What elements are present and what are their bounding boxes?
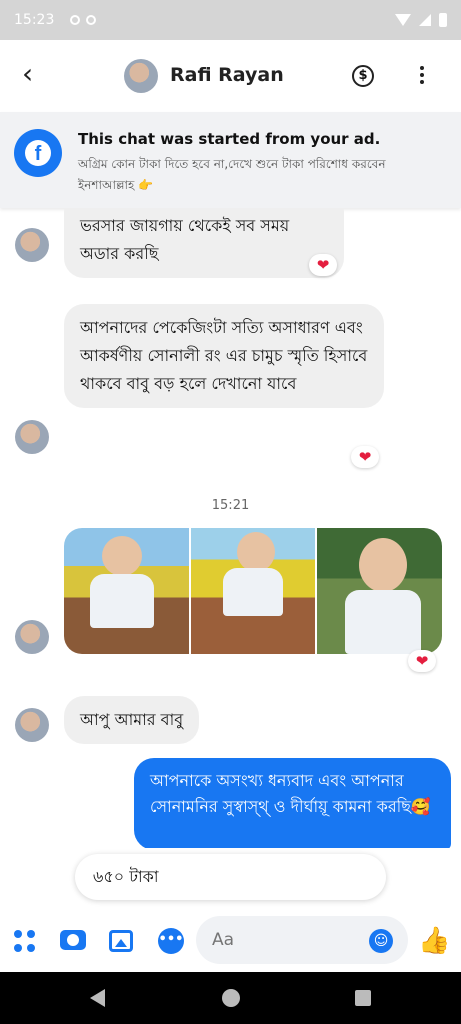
contact-avatar[interactable] <box>124 59 158 93</box>
message-timestamp: 15:21 <box>211 498 250 513</box>
photo-thumbnail[interactable] <box>317 528 442 654</box>
photo-thumbnail[interactable] <box>190 528 316 654</box>
gallery-icon[interactable] <box>109 930 133 952</box>
avatar <box>15 228 49 262</box>
message-bubble-in[interactable]: ভরসার জায়গায় থেকেই সব সময় অডার করছি <box>64 208 344 278</box>
avatar <box>15 708 49 742</box>
avatar <box>15 620 49 654</box>
message-composer: ••• ☺ 👍 <box>0 910 461 972</box>
battery-icon <box>439 13 447 27</box>
quick-reply-chip[interactable]: ৬৫০ টাকা <box>75 854 386 900</box>
photo-thumbnail[interactable] <box>64 528 189 654</box>
facebook-icon: f <box>14 129 62 177</box>
status-bar: 15:23 <box>0 0 461 40</box>
wifi-icon <box>395 14 411 26</box>
android-nav-bar <box>0 972 461 1024</box>
dollar-icon[interactable]: $ <box>352 65 374 87</box>
message-bubble-in[interactable]: আপু আমার বাবু <box>64 696 200 744</box>
chat-header: ‹ Rafi Rayan $ <box>0 40 461 112</box>
ad-banner: f This chat was started from your ad. অগ… <box>0 112 461 208</box>
heart-reaction-icon[interactable]: ❤ <box>309 254 337 276</box>
camera-icon[interactable] <box>60 930 86 950</box>
notification-icon <box>70 15 81 25</box>
message-bubble-out[interactable]: আপনাকে অসংখ্য ধন্যবাদ এবং আপনার সোনামনির… <box>134 758 451 848</box>
more-vertical-icon[interactable] <box>420 66 424 84</box>
heart-reaction-icon[interactable]: ❤ <box>408 650 436 672</box>
status-time: 15:23 <box>14 12 55 28</box>
message-bubble-in[interactable]: আপনাদের পেকেজিংটা সত্যি অসাধারণ এবং আকর্… <box>64 304 384 408</box>
menu-grid-icon[interactable] <box>14 930 36 952</box>
nav-back-icon[interactable] <box>90 989 105 1007</box>
contact-name[interactable]: Rafi Rayan <box>170 64 284 86</box>
ad-banner-subtitle: অগ্রিম কোন টাকা দিতে হবে না,দেখে শুনে টা… <box>78 157 386 192</box>
nav-home-icon[interactable] <box>222 989 240 1007</box>
sync-icon <box>86 15 97 25</box>
chevron-left-icon[interactable]: ‹ <box>22 60 33 88</box>
thumbs-up-icon[interactable]: 👍 <box>418 926 450 956</box>
nav-recents-icon[interactable] <box>355 990 371 1006</box>
ad-banner-title: This chat was started from your ad. <box>78 130 381 148</box>
message-list[interactable]: ভরসার জায়গায় থেকেই সব সময় অডার করছি ❤… <box>0 208 461 848</box>
voice-icon[interactable]: ••• <box>158 928 184 954</box>
signal-icon <box>419 14 431 26</box>
photo-attachment[interactable] <box>64 528 442 654</box>
heart-reaction-icon[interactable]: ❤ <box>351 446 379 468</box>
emoji-icon[interactable]: ☺ <box>369 929 393 953</box>
avatar <box>15 420 49 454</box>
